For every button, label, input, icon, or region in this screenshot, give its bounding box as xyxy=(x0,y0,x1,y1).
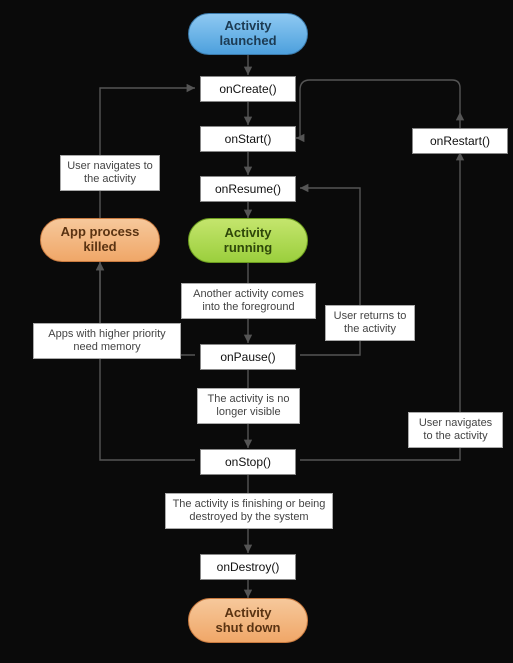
node-onPause: onPause() xyxy=(200,344,296,370)
label-nav-to-activity: User navigates to the activity xyxy=(60,155,160,191)
lifecycle-diagram: Activity launched Activity running App p… xyxy=(0,0,513,663)
label-user-returns: User returns to the activity xyxy=(325,305,415,341)
node-onResume: onResume() xyxy=(200,176,296,202)
node-onRestart: onRestart() xyxy=(412,128,508,154)
label-nav-to-activity-2: User navigates to the activity xyxy=(408,412,503,448)
label-foreground: Another activity comes into the foregrou… xyxy=(181,283,316,319)
node-onStart: onStart() xyxy=(200,126,296,152)
state-launched: Activity launched xyxy=(188,13,308,55)
node-onStop: onStop() xyxy=(200,449,296,475)
node-onCreate: onCreate() xyxy=(200,76,296,102)
node-onDestroy: onDestroy() xyxy=(200,554,296,580)
state-running: Activity running xyxy=(188,218,308,263)
label-finishing: The activity is finishing or being destr… xyxy=(165,493,333,529)
label-higher-priority: Apps with higher priority need memory xyxy=(33,323,181,359)
label-no-longer-visible: The activity is no longer visible xyxy=(197,388,300,424)
state-shutdown: Activity shut down xyxy=(188,598,308,643)
state-killed: App process killed xyxy=(40,218,160,262)
